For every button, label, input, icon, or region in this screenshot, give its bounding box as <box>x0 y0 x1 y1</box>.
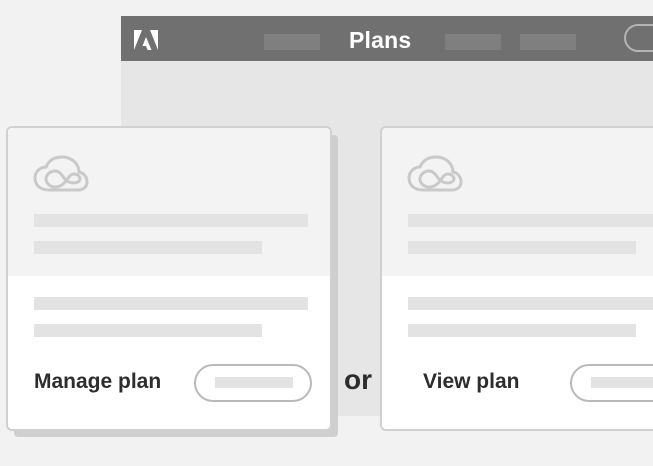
creative-cloud-icon <box>407 155 463 192</box>
view-plan-button[interactable] <box>570 364 653 402</box>
plan-card-manage: Manage plan <box>6 126 332 431</box>
creative-cloud-icon <box>33 155 89 192</box>
titlebar-placeholder <box>520 34 576 50</box>
plan-card-view: View plan <box>380 126 653 431</box>
placeholder-line <box>408 241 636 254</box>
manage-plan-label[interactable]: Manage plan <box>34 370 161 394</box>
placeholder-line <box>34 241 262 254</box>
placeholder-line <box>34 214 308 227</box>
placeholder-line <box>408 297 653 310</box>
button-placeholder <box>215 377 293 388</box>
placeholder-line <box>34 297 308 310</box>
adobe-logo-icon <box>134 30 158 50</box>
manage-plan-button[interactable] <box>194 364 312 402</box>
titlebar-placeholder <box>264 34 320 50</box>
button-placeholder <box>591 377 653 388</box>
placeholder-line <box>408 324 636 337</box>
or-separator: or <box>344 364 372 395</box>
window-title: Plans <box>349 27 412 53</box>
view-plan-label[interactable]: View plan <box>423 370 519 394</box>
titlebar-button[interactable] <box>624 24 653 52</box>
titlebar-placeholder <box>445 34 501 50</box>
placeholder-line <box>408 214 653 227</box>
placeholder-line <box>34 324 262 337</box>
